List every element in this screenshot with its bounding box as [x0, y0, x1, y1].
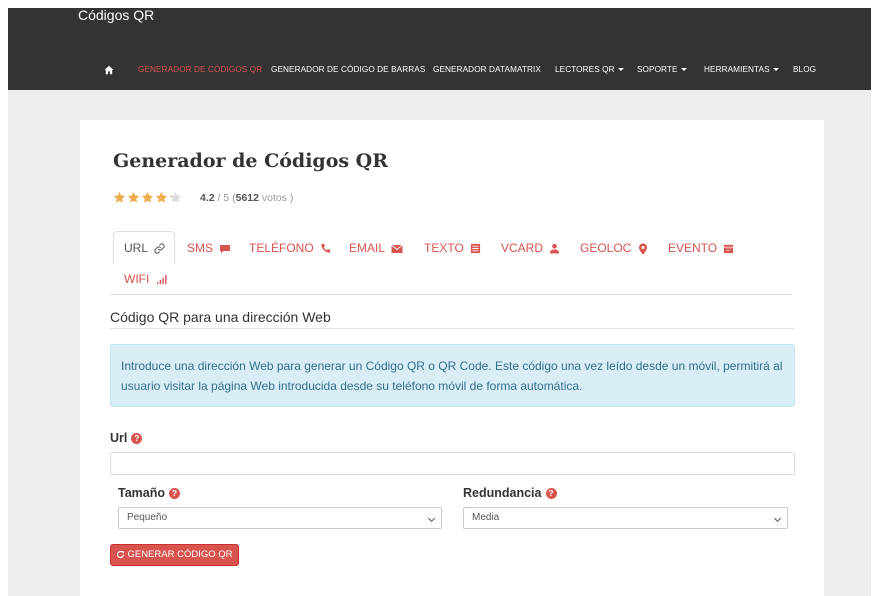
redundancy-label: Redundancia? — [463, 486, 557, 500]
url-label: Url? — [110, 431, 143, 445]
tab-label: GEOLOC — [580, 241, 632, 255]
help-icon[interactable]: ? — [545, 488, 557, 500]
nav-item-label: HERRAMIENTAS — [704, 65, 770, 74]
brand-logo[interactable]: Códigos QR — [78, 8, 154, 22]
page-title: Generador de Códigos QR — [113, 150, 389, 172]
size-label: Tamaño? — [118, 486, 180, 500]
tab-label: VCARD — [501, 241, 544, 255]
star-full-icon[interactable] — [141, 191, 154, 204]
info-text: Introduce una dirección Web para generar… — [121, 359, 783, 393]
rating-separator: / 5 ( — [214, 192, 236, 204]
tab-geoloc[interactable]: GEOLOC — [580, 241, 648, 255]
section-title: Código QR para una dirección Web — [110, 309, 331, 325]
map-marker-icon — [638, 243, 647, 255]
home-icon[interactable] — [104, 65, 114, 75]
redundancy-label-text: Redundancia — [463, 486, 542, 500]
tab-label: EVENTO — [668, 241, 718, 255]
refresh-icon — [117, 551, 125, 558]
nav-item-generador-barras[interactable]: GENERADOR DE CÓDIGO DE BARRAS — [271, 65, 425, 75]
url-input[interactable] — [110, 452, 795, 475]
tab-label: TEXTO — [424, 241, 464, 255]
tab-label: URL — [124, 241, 148, 255]
nav-item-blog[interactable]: BLOG — [793, 65, 816, 75]
help-icon[interactable]: ? — [169, 488, 180, 500]
phone-icon — [321, 244, 331, 253]
signal-icon — [156, 275, 167, 285]
user-icon — [550, 244, 560, 254]
link-icon — [154, 243, 165, 254]
redundancy-select-value: Media — [472, 512, 500, 523]
tab-url[interactable]: URL — [124, 241, 165, 255]
rating-value: 4.2 — [200, 192, 215, 204]
tab-evento[interactable]: EVENTO — [668, 241, 734, 255]
tab-email[interactable]: EMAIL — [349, 241, 403, 255]
list-icon — [471, 244, 481, 254]
size-label-text: Tamaño — [118, 486, 165, 500]
chevron-down-icon — [427, 514, 436, 523]
star-full-icon[interactable] — [113, 191, 126, 204]
calendar-icon — [724, 245, 734, 254]
tab-texto[interactable]: TEXTO — [424, 241, 481, 255]
caret-down-icon — [680, 68, 687, 72]
tab-wifi[interactable]: WIFI — [124, 272, 167, 286]
top-navbar: Códigos QR GENERADOR DE CÓDIGOS QR GENER… — [8, 8, 871, 90]
help-icon[interactable]: ? — [131, 433, 143, 445]
page-edge — [0, 0, 8, 596]
tab-label: WIFI — [124, 272, 150, 286]
star-full-icon[interactable] — [155, 191, 168, 204]
rating-summary: 4.2 / 5 (5612 votos ) — [200, 192, 293, 204]
tab-telefono[interactable]: TELÉFONO — [249, 241, 331, 255]
nav-item-label: LECTORES QR — [555, 65, 615, 74]
redundancy-select[interactable]: Media — [463, 507, 788, 529]
tab-label: SMS — [187, 241, 214, 255]
rating-votes-suffix: votos ) — [258, 192, 294, 204]
nav-item-generador-datamatrix[interactable]: GENERADOR DATAMATRIX — [433, 65, 541, 75]
envelope-icon — [391, 244, 403, 253]
rating-votes: 5612 — [235, 192, 259, 204]
comment-icon — [220, 244, 231, 254]
size-select-value: Pequeño — [127, 512, 168, 523]
nav-item-herramientas[interactable]: HERRAMIENTAS — [704, 65, 779, 75]
nav-item-label: SOPORTE — [637, 65, 678, 74]
nav-item-soporte[interactable]: SOPORTE — [637, 65, 687, 75]
url-label-text: Url — [110, 431, 128, 445]
tabs-divider — [110, 294, 792, 295]
tab-label: TELÉFONO — [249, 241, 314, 255]
star-full-icon[interactable] — [127, 191, 140, 204]
generate-qr-button[interactable]: GENERAR CÓDIGO QR — [110, 544, 239, 566]
nav-item-generador-qr[interactable]: GENERADOR DE CÓDIGOS QR — [138, 65, 262, 75]
info-alert: Introduce una dirección Web para generar… — [110, 344, 795, 407]
generate-qr-label: GENERAR CÓDIGO QR — [127, 549, 233, 560]
star-partial-icon[interactable] — [169, 191, 182, 204]
nav-item-lectores-qr[interactable]: LECTORES QR — [555, 65, 624, 75]
tab-sms[interactable]: SMS — [187, 241, 231, 255]
section-divider — [110, 328, 794, 329]
caret-down-icon — [617, 68, 624, 72]
tab-vcard[interactable]: VCARD — [501, 241, 560, 255]
size-select[interactable]: Pequeño — [118, 507, 442, 529]
caret-down-icon — [772, 68, 779, 72]
chevron-down-icon — [773, 514, 782, 523]
tab-label: EMAIL — [349, 241, 385, 255]
